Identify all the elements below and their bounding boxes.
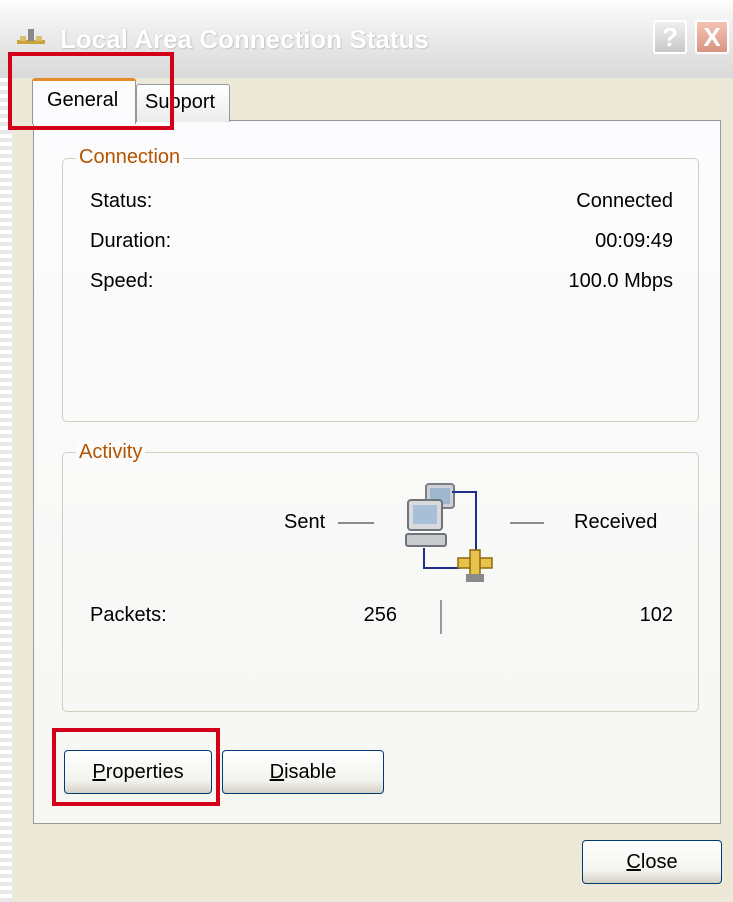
- packets-label: Packets:: [90, 604, 167, 626]
- close-accel: C: [626, 850, 641, 873]
- title-close-button[interactable]: X: [695, 20, 729, 54]
- window-left-edge: [0, 78, 12, 902]
- speed-label: Speed:: [90, 270, 154, 292]
- help-button[interactable]: ?: [653, 20, 687, 54]
- sent-label: Sent: [284, 511, 326, 533]
- packets-separator: [440, 600, 442, 634]
- tab-general[interactable]: General: [32, 78, 136, 124]
- network-computers-icon: [405, 483, 493, 582]
- status-dialog: Local Area Connection Status ? X General…: [0, 0, 733, 902]
- activity-groupbox: [62, 452, 699, 712]
- duration-value: 00:09:49: [595, 230, 673, 252]
- close-button[interactable]: Close: [582, 840, 722, 884]
- packets-received-value: 102: [639, 604, 673, 626]
- properties-button[interactable]: Properties: [64, 750, 212, 794]
- disable-accel: D: [269, 760, 285, 783]
- connection-group-label: Connection: [76, 146, 184, 169]
- properties-accel: P: [92, 760, 106, 783]
- tab-support[interactable]: Support: [136, 84, 230, 122]
- speed-value: 100.0 Mbps: [568, 270, 673, 292]
- received-line: [510, 522, 544, 524]
- status-label: Status:: [90, 190, 153, 212]
- close-label: lose: [640, 850, 678, 873]
- packets-sent-value: 256: [363, 604, 397, 626]
- disable-button[interactable]: Disable: [222, 750, 384, 794]
- activity-group-label: Activity: [76, 441, 146, 464]
- disable-label: isable: [284, 760, 337, 783]
- properties-label: roperties: [105, 760, 184, 783]
- tab-support-label: Support: [145, 91, 216, 113]
- status-value: Connected: [576, 190, 673, 212]
- tab-general-label: General: [47, 89, 119, 111]
- network-connection-icon: [17, 29, 45, 44]
- title-bar[interactable]: Local Area Connection Status ? X: [0, 0, 733, 78]
- window-title: Local Area Connection Status: [60, 24, 429, 54]
- received-label: Received: [574, 511, 658, 533]
- sent-line: [338, 522, 374, 524]
- duration-label: Duration:: [90, 230, 172, 252]
